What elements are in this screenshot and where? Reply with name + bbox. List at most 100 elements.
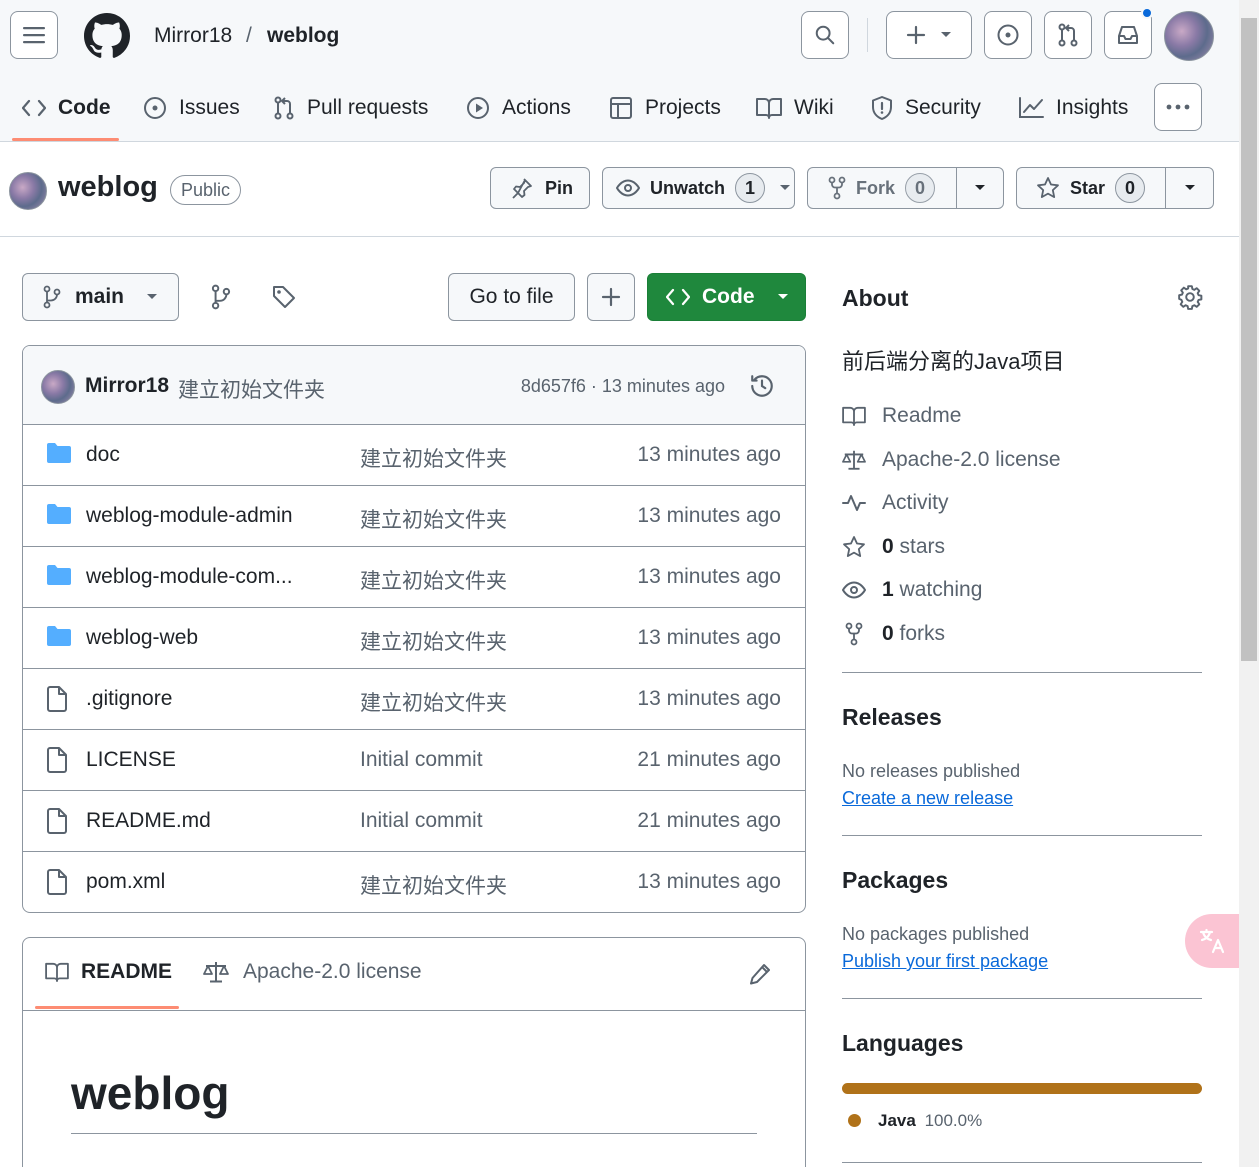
law-icon (842, 450, 866, 470)
file-commit-message[interactable]: Initial commit (360, 748, 483, 772)
tab-readme[interactable]: README (45, 960, 172, 984)
branch-selector[interactable]: main (22, 273, 179, 321)
file-row[interactable]: doc 建立初始文件夹 13 minutes ago (23, 425, 805, 486)
github-logo-icon[interactable] (84, 13, 130, 59)
readme-link[interactable]: Readme (842, 401, 961, 431)
file-name[interactable]: weblog-module-com... (86, 565, 293, 589)
file-icon (46, 808, 68, 834)
search-icon (815, 25, 835, 45)
history-button[interactable] (749, 373, 775, 399)
tab-security[interactable]: Security (871, 88, 981, 128)
owner-avatar[interactable] (9, 172, 47, 210)
releases-heading[interactable]: Releases (842, 704, 942, 731)
file-row[interactable]: weblog-web 建立初始文件夹 13 minutes ago (23, 608, 805, 669)
readme-heading: weblog (71, 1067, 230, 1119)
tab-pull-requests[interactable]: Pull requests (273, 88, 428, 128)
translate-widget[interactable] (1185, 914, 1239, 968)
commit-message[interactable]: 建立初始文件夹 (178, 374, 325, 404)
scrollbar-thumb[interactable] (1241, 18, 1257, 661)
packages-heading[interactable]: Packages (842, 867, 948, 894)
fork-label: Fork (856, 177, 896, 198)
tags-link[interactable] (272, 285, 296, 309)
activity-link[interactable]: Activity (842, 488, 949, 518)
create-new-button[interactable] (886, 11, 972, 59)
go-to-file-button[interactable]: Go to file (448, 273, 575, 321)
file-commit-message[interactable]: Initial commit (360, 809, 483, 833)
file-name[interactable]: weblog-web (86, 626, 198, 650)
star-dropdown-button[interactable] (1166, 168, 1213, 208)
tab-issues[interactable]: Issues (143, 88, 240, 128)
edit-readme-button[interactable] (749, 963, 771, 985)
search-button[interactable] (801, 11, 849, 59)
create-release-link[interactable]: Create a new release (842, 788, 1013, 809)
file-commit-message[interactable]: 建立初始文件夹 (360, 870, 507, 900)
stars-link[interactable]: 0 stars (842, 532, 945, 562)
file-commit-message[interactable]: 建立初始文件夹 (360, 443, 507, 473)
publish-package-link[interactable]: Publish your first package (842, 951, 1048, 972)
watching-link[interactable]: 1 watching (842, 575, 982, 605)
unwatch-label: Unwatch (650, 177, 726, 198)
fork-button[interactable]: Fork 0 (808, 168, 956, 208)
tab-code-label: Code (58, 96, 111, 119)
book-icon (842, 406, 866, 426)
add-file-button[interactable] (587, 273, 635, 321)
file-commit-message[interactable]: 建立初始文件夹 (360, 626, 507, 656)
file-name[interactable]: doc (86, 443, 120, 467)
tab-insights[interactable]: Insights (1018, 88, 1128, 128)
star-button[interactable]: Star 0 (1017, 168, 1165, 208)
visibility-badge: Public (170, 175, 242, 205)
language-item-java[interactable]: Java 100.0% (878, 1111, 982, 1131)
pin-button[interactable]: Pin (490, 167, 590, 209)
file-row[interactable]: weblog-module-admin 建立初始文件夹 13 minutes ago (23, 486, 805, 547)
tab-code[interactable]: Code (22, 88, 111, 128)
tab-projects[interactable]: Projects (609, 88, 721, 128)
forks-link[interactable]: 0 forks (842, 619, 945, 649)
unwatch-button[interactable]: Unwatch 1 (602, 167, 795, 209)
more-tabs-button[interactable] (1154, 83, 1202, 131)
tab-wiki[interactable]: Wiki (756, 88, 834, 128)
file-name[interactable]: pom.xml (86, 870, 165, 894)
file-name[interactable]: weblog-module-admin (86, 504, 293, 528)
readme-tab-indicator (35, 1006, 179, 1009)
tab-actions[interactable]: Actions (466, 88, 571, 128)
file-row[interactable]: README.md Initial commit 21 minutes ago (23, 791, 805, 852)
forks-label: forks (893, 622, 946, 645)
license-link[interactable]: Apache-2.0 license (842, 445, 1061, 475)
code-dropdown-button[interactable]: Code (647, 273, 806, 321)
breadcrumb-owner[interactable]: Mirror18 (154, 24, 232, 48)
menu-button[interactable] (10, 11, 58, 59)
tab-license[interactable]: Apache-2.0 license (203, 960, 422, 984)
commit-author[interactable]: Mirror18 (85, 374, 169, 398)
issues-shortcut-button[interactable] (984, 11, 1032, 59)
edit-about-button[interactable] (1177, 284, 1203, 310)
tab-projects-label: Projects (645, 96, 721, 119)
file-name[interactable]: LICENSE (86, 748, 176, 772)
file-commit-message[interactable]: 建立初始文件夹 (360, 687, 507, 717)
branches-link[interactable] (210, 284, 232, 310)
sidebar-divider (842, 672, 1202, 673)
fork-dropdown-button[interactable] (957, 168, 1003, 208)
file-name[interactable]: .gitignore (86, 687, 172, 711)
file-name[interactable]: README.md (86, 809, 211, 833)
file-commit-message[interactable]: 建立初始文件夹 (360, 565, 507, 595)
language-bar-java (842, 1083, 1202, 1094)
repo-title[interactable]: weblog (58, 171, 158, 204)
file-row[interactable]: .gitignore 建立初始文件夹 13 minutes ago (23, 669, 805, 730)
branch-name: main (75, 285, 125, 308)
file-icon (46, 747, 68, 773)
plus-icon (906, 25, 926, 45)
file-row[interactable]: weblog-module-com... 建立初始文件夹 13 minutes ag… (23, 547, 805, 608)
file-row[interactable]: LICENSE Initial commit 21 minutes ago (23, 730, 805, 791)
commit-hash-time[interactable]: 8d657f6 · 13 minutes ago (521, 376, 725, 397)
pull-requests-shortcut-button[interactable] (1044, 11, 1092, 59)
caret-down-icon (780, 185, 791, 190)
commit-author-avatar[interactable] (41, 370, 75, 404)
breadcrumb-repo[interactable]: weblog (267, 24, 339, 48)
file-row[interactable]: pom.xml 建立初始文件夹 13 minutes ago (23, 852, 805, 912)
file-commit-message[interactable]: 建立初始文件夹 (360, 504, 507, 534)
code-icon (666, 288, 690, 306)
language-name: Java (878, 1111, 916, 1130)
user-avatar[interactable] (1164, 11, 1214, 61)
file-commit-time: 13 minutes ago (637, 565, 781, 588)
stars-label: stars (893, 535, 946, 558)
